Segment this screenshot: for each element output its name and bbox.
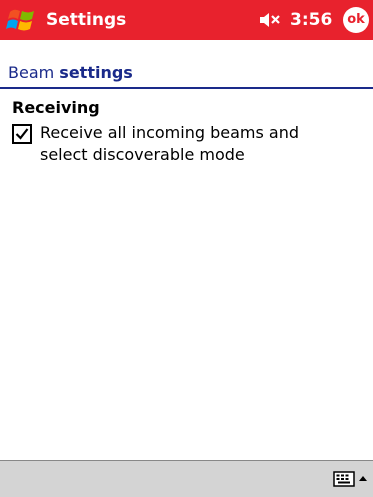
up-arrow-icon bbox=[359, 476, 367, 481]
input-panel-arrow[interactable] bbox=[357, 470, 369, 488]
page-title: Beam settings bbox=[8, 62, 133, 84]
receive-beams-label[interactable]: Receive all incoming beams and select di… bbox=[40, 122, 340, 166]
checkmark-icon bbox=[15, 128, 29, 140]
header-divider bbox=[0, 87, 373, 89]
volume-button[interactable] bbox=[258, 10, 284, 30]
windows-flag-icon bbox=[6, 9, 34, 31]
section-heading-receiving: Receiving bbox=[12, 98, 100, 117]
title-bar: Settings 3:56 ok bbox=[0, 0, 373, 40]
bottom-menu-bar bbox=[0, 460, 373, 497]
receive-beams-checkbox[interactable] bbox=[12, 124, 32, 144]
clock[interactable]: 3:56 bbox=[290, 8, 332, 32]
page-header: Beam settings bbox=[0, 58, 373, 88]
keyboard-icon bbox=[333, 471, 355, 487]
page-title-bold: settings bbox=[59, 63, 133, 82]
input-panel-button[interactable] bbox=[333, 470, 355, 488]
pocketpc-screen: Settings 3:56 ok Beam settings Receiving… bbox=[0, 0, 373, 497]
speaker-mute-icon bbox=[260, 13, 280, 27]
page-title-prefix: Beam bbox=[8, 63, 60, 82]
ok-button[interactable]: ok bbox=[343, 7, 369, 33]
start-button[interactable] bbox=[4, 4, 40, 36]
app-title: Settings bbox=[46, 10, 127, 30]
